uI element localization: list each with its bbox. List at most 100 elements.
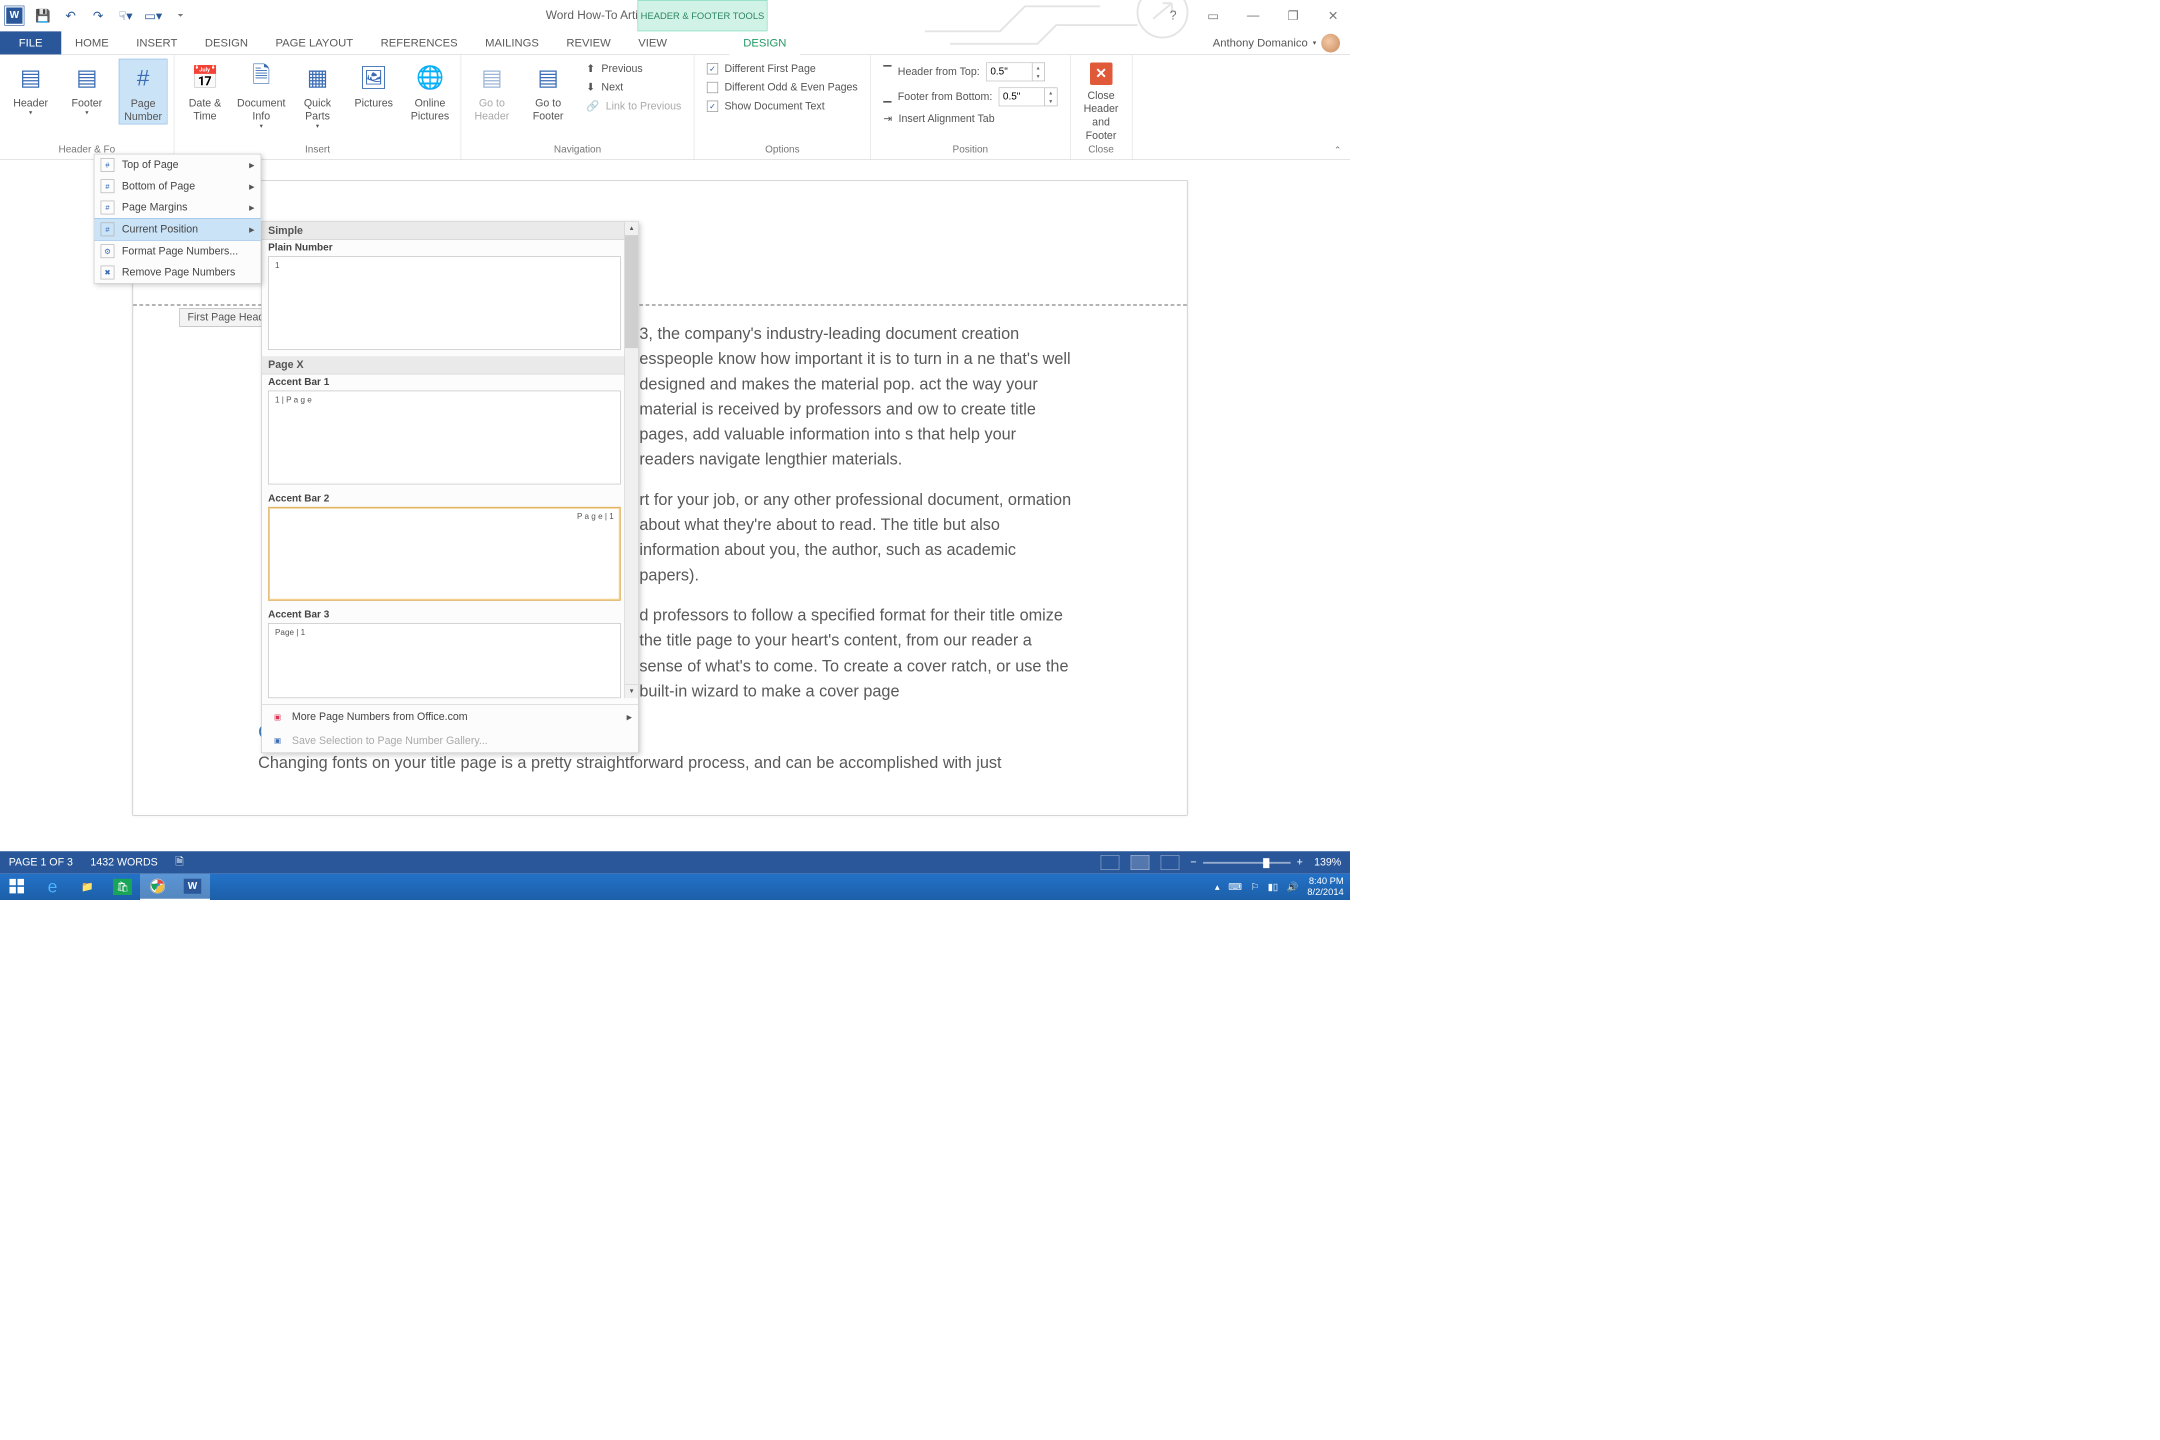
scrollbar[interactable]: ▲ ▼ <box>624 222 638 698</box>
gallery-category-pagex: Page X <box>262 356 638 374</box>
zoom-slider[interactable]: − + <box>1190 856 1302 869</box>
header-from-top-input[interactable] <box>987 63 1032 81</box>
zoom-thumb[interactable] <box>1263 858 1269 868</box>
show-document-text-checkbox[interactable]: ✓Show Document Text <box>707 100 858 113</box>
different-first-page-label: Different First Page <box>724 63 815 76</box>
spinner-up-icon[interactable]: ▲ <box>1045 88 1057 97</box>
header-button[interactable]: ▤Header▾ <box>6 59 55 117</box>
goto-header-button[interactable]: ▤Go to Header <box>468 59 517 123</box>
customize-qat-icon[interactable]: ⏷ <box>173 8 189 24</box>
page-status[interactable]: PAGE 1 OF 3 <box>9 856 73 869</box>
quick-parts-button[interactable]: ▦Quick Parts▾ <box>293 59 342 130</box>
page-number-button[interactable]: #Page Number <box>119 59 168 124</box>
scroll-thumb[interactable] <box>625 236 638 349</box>
store-icon[interactable]: 🛍 <box>105 874 140 900</box>
menu-top-of-page[interactable]: #Top of Page▶ <box>94 154 260 175</box>
tab-file[interactable]: FILE <box>0 31 61 54</box>
web-layout-icon[interactable] <box>1160 855 1179 870</box>
flag-icon[interactable]: ⚐ <box>1251 881 1259 892</box>
undo-icon[interactable]: ↶ <box>63 8 79 24</box>
zoom-level[interactable]: 139% <box>1314 856 1341 869</box>
read-mode-icon[interactable] <box>1100 855 1119 870</box>
proofing-icon[interactable]: 🗎 <box>175 853 184 871</box>
clock[interactable]: 8:40 PM 8/2/2014 <box>1307 876 1343 899</box>
document-info-button[interactable]: 🗎Document Info▾ <box>237 59 286 130</box>
chrome-icon[interactable] <box>140 874 175 900</box>
gallery-item-accent-bar-3[interactable]: Page | 1 <box>268 623 621 698</box>
start-button[interactable] <box>0 874 35 900</box>
tab-mailings[interactable]: MAILINGS <box>471 31 552 54</box>
tab-review[interactable]: REVIEW <box>553 31 625 54</box>
window-icon[interactable]: ▭▾ <box>145 8 161 24</box>
spinner-down-icon[interactable]: ▼ <box>1045 97 1057 106</box>
print-layout-icon[interactable] <box>1130 855 1149 870</box>
file-explorer-icon[interactable]: 📁 <box>70 874 105 900</box>
menu-format-page-numbers[interactable]: ⚙Format Page Numbers... <box>94 241 260 262</box>
tab-home[interactable]: HOME <box>61 31 122 54</box>
minimize-icon[interactable]: — <box>1243 8 1264 22</box>
system-tray: ▴ ⌨ ⚐ ▮▯ 🔊 8:40 PM 8/2/2014 <box>1215 876 1350 899</box>
footer-from-bottom-spinner[interactable]: ▲▼ <box>999 88 1058 107</box>
menu-current-position[interactable]: #Current Position▶ <box>94 218 260 241</box>
save-selection-label: Save Selection to Page Number Gallery... <box>292 734 488 747</box>
tab-design[interactable]: DESIGN <box>191 31 262 54</box>
tab-references[interactable]: REFERENCES <box>367 31 471 54</box>
save-icon[interactable]: 💾 <box>35 8 51 24</box>
date-time-button[interactable]: 📅Date & Time <box>181 59 230 123</box>
tab-insert[interactable]: INSERT <box>123 31 192 54</box>
show-hidden-icon[interactable]: ▴ <box>1215 881 1220 892</box>
header-label: Header <box>13 96 48 109</box>
office-icon: ▣ <box>271 710 285 724</box>
different-odd-even-checkbox[interactable]: Different Odd & Even Pages <box>707 81 858 94</box>
redo-icon[interactable]: ↷ <box>90 8 106 24</box>
zoom-out-icon[interactable]: − <box>1190 856 1196 869</box>
more-page-numbers-button[interactable]: ▣More Page Numbers from Office.com▶ <box>262 705 638 729</box>
gallery-item-accent-bar-2[interactable]: P a g e | 1 <box>268 507 621 601</box>
online-pictures-icon: 🌐 <box>415 63 445 93</box>
next-button[interactable]: ⬇Next <box>586 81 681 94</box>
ribbon-display-icon[interactable]: ▭ <box>1203 8 1224 24</box>
page-number-menu: #Top of Page▶ #Bottom of Page▶ #Page Mar… <box>94 154 262 284</box>
keyboard-icon[interactable]: ⌨ <box>1228 881 1242 892</box>
network-icon[interactable]: ▮▯ <box>1268 881 1278 892</box>
insert-alignment-tab-button[interactable]: ⇥Insert Alignment Tab <box>883 113 1057 126</box>
gallery-item-label: Accent Bar 1 <box>262 374 638 389</box>
tab-design-context[interactable]: DESIGN <box>729 32 800 55</box>
footer-button[interactable]: ▤Footer▾ <box>63 59 112 117</box>
gallery-item-plain-number[interactable]: 1 <box>268 256 621 350</box>
pictures-button[interactable]: 🖼Pictures <box>349 59 398 110</box>
touch-mode-icon[interactable]: ☟▾ <box>118 8 134 24</box>
volume-icon[interactable]: 🔊 <box>1287 881 1299 892</box>
previous-button[interactable]: ⬆Previous <box>586 63 681 76</box>
spinner-down-icon[interactable]: ▼ <box>1032 72 1044 81</box>
close-header-footer-button[interactable]: ✕Close Header and Footer <box>1077 59 1126 142</box>
menu-page-margins[interactable]: #Page Margins▶ <box>94 197 260 218</box>
page-number-label: Page Number <box>124 97 162 124</box>
ie-icon[interactable]: e <box>35 874 70 900</box>
spinner-up-icon[interactable]: ▲ <box>1032 63 1044 72</box>
word-taskbar-icon[interactable]: W <box>175 874 210 900</box>
footer-from-bottom-input[interactable] <box>999 88 1044 106</box>
link-to-previous-button[interactable]: 🔗Link to Previous <box>586 100 681 113</box>
help-icon[interactable]: ? <box>1163 8 1184 22</box>
zoom-track[interactable] <box>1203 862 1291 864</box>
scroll-down-icon[interactable]: ▼ <box>625 684 638 698</box>
online-pictures-button[interactable]: 🌐Online Pictures <box>406 59 455 123</box>
gallery-item-accent-bar-1[interactable]: 1 | P a g e <box>268 391 621 485</box>
tab-page-layout[interactable]: PAGE LAYOUT <box>262 31 367 54</box>
restore-icon[interactable]: ❐ <box>1283 8 1304 24</box>
zoom-in-icon[interactable]: + <box>1297 856 1303 869</box>
menu-remove-page-numbers[interactable]: ✖Remove Page Numbers <box>94 262 260 283</box>
menu-bottom-of-page[interactable]: #Bottom of Page▶ <box>94 176 260 197</box>
collapse-ribbon-icon[interactable]: ⌃ <box>1334 145 1341 156</box>
close-window-icon[interactable]: ✕ <box>1323 8 1344 24</box>
header-from-top-spinner[interactable]: ▲▼ <box>986 63 1045 82</box>
save-selection-button: ▣Save Selection to Page Number Gallery..… <box>262 729 638 753</box>
footer-label: Footer <box>72 96 103 109</box>
account-area[interactable]: Anthony Domanico ▾ <box>1213 31 1350 54</box>
goto-footer-button[interactable]: ▤Go to Footer <box>524 59 573 123</box>
different-first-page-checkbox[interactable]: ✓Different First Page <box>707 63 858 76</box>
scroll-up-icon[interactable]: ▲ <box>625 222 638 236</box>
tab-view[interactable]: VIEW <box>624 31 680 54</box>
word-count[interactable]: 1432 WORDS <box>90 856 157 869</box>
